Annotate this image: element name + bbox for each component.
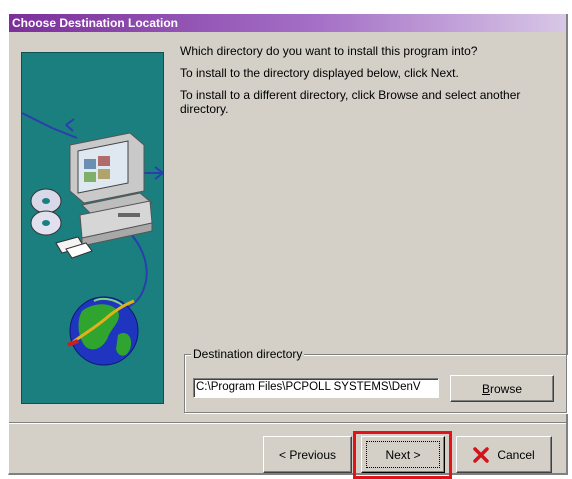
button-separator xyxy=(9,422,566,424)
focus-rectangle xyxy=(366,441,440,468)
instruction-next: To install to the directory displayed be… xyxy=(180,66,459,80)
destination-groupbox: Destination directory C:\Program Files\P… xyxy=(184,347,567,413)
destination-group-label: Destination directory xyxy=(191,347,305,361)
browse-label: rowse xyxy=(490,381,523,396)
browse-button[interactable]: Browse xyxy=(450,375,554,402)
instructions: Which directory do you want to install t… xyxy=(180,44,565,124)
previous-button[interactable]: < Previous xyxy=(263,436,352,473)
cancel-button-label: Cancel xyxy=(497,447,535,462)
cancel-button[interactable]: Cancel xyxy=(456,436,552,473)
previous-button-label: < Previous xyxy=(278,447,337,462)
setup-dialog: Choose Destination Location Which direct… xyxy=(8,14,568,479)
title-bar: Choose Destination Location xyxy=(9,14,566,32)
instruction-browse: To install to a different directory, cli… xyxy=(180,88,521,116)
setup-illustration xyxy=(21,52,165,404)
cancel-x-icon xyxy=(473,446,490,463)
destination-path-field[interactable]: C:\Program Files\PCPOLL SYSTEMS\DenV xyxy=(193,378,439,398)
browse-accelerator: B xyxy=(481,381,490,396)
computer-globe-illustration xyxy=(21,112,165,366)
dialog-title: Choose Destination Location xyxy=(12,16,179,30)
next-button[interactable]: Next > xyxy=(361,436,445,473)
instruction-question: Which directory do you want to install t… xyxy=(180,44,478,58)
